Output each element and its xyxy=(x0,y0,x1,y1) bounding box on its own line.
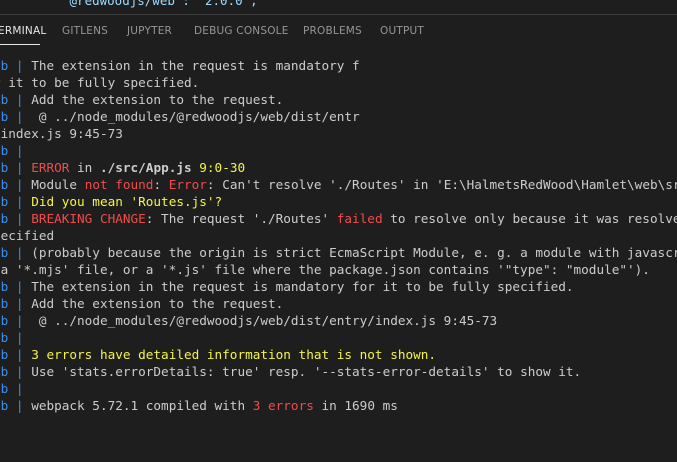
editor-line: "@redwoodjs/web": "2.0.0", xyxy=(62,0,258,8)
terminal-line-prefix: eb | xyxy=(0,245,24,260)
terminal-text-segment: Add the extension to the request. xyxy=(31,92,284,107)
tab-gitlens[interactable]: GITLENS xyxy=(62,25,108,37)
terminal-line: eb | Use 'stats.errorDetails: true' resp… xyxy=(0,363,581,380)
terminal-line: /index.js 9:45-73 xyxy=(0,125,123,142)
terminal-text-segment: to resolve only because it was resolved … xyxy=(390,211,677,226)
terminal-line: eb | Add the extension to the request. xyxy=(0,91,283,108)
terminal-line-prefix: eb | xyxy=(0,330,24,345)
terminal-line: pecified xyxy=(0,227,54,244)
terminal-line-prefix: eb | xyxy=(0,160,24,175)
terminal-line: eb | webpack 5.72.1 compiled with 3 erro… xyxy=(0,397,398,414)
terminal-text-segment: Error xyxy=(168,177,207,192)
tab-jupyter[interactable]: JUPYTER xyxy=(127,25,172,37)
terminal-text-segment: BREAKING CHANGE xyxy=(31,211,146,226)
terminal-text-segment: : The request './Routes' xyxy=(145,211,337,226)
terminal-line: eb | Did you mean 'Routes.js'? xyxy=(0,193,222,210)
terminal-text-segment: ERROR xyxy=(31,160,70,175)
terminal-line: eb | xyxy=(0,142,24,159)
terminal-text-segment: not found xyxy=(84,177,154,192)
terminal-line-prefix: eb | xyxy=(0,58,24,73)
terminal-line-prefix: eb | xyxy=(0,177,24,192)
terminal-text-segment: ./src/App.js xyxy=(99,160,192,175)
terminal-line-prefix: eb | xyxy=(0,211,24,226)
terminal-text-segment: (probably because the origin is strict E… xyxy=(31,245,677,260)
terminal-text-segment: 9:0-30 xyxy=(199,160,246,175)
terminal-line: eb | Module not found: Error: Can't reso… xyxy=(0,176,677,193)
terminal-line-prefix: eb | xyxy=(0,279,24,294)
tab-problems[interactable]: PROBLEMS xyxy=(303,25,362,37)
terminal-line: eb | @ ../node_modules/@redwoodjs/web/di… xyxy=(0,312,497,329)
terminal-text-segment: Use 'stats.errorDetails: true' resp. '--… xyxy=(31,364,582,379)
editor-area: "@redwoodjs/web": "2.0.0", xyxy=(0,0,677,14)
terminal-line: eb | The extension in the request is man… xyxy=(0,278,574,295)
terminal-text-segment: The extension in the request is mandator… xyxy=(31,279,574,294)
terminal-text-segment: @ ../node_modules/@redwoodjs/web/dist/en… xyxy=(38,313,498,328)
terminal-text-segment: /index.js 9:45-73 xyxy=(0,126,123,141)
terminal-line-prefix: eb | xyxy=(0,381,24,396)
terminal-line: eb | 3 errors have detailed information … xyxy=(0,346,436,363)
terminal-text-segment: failed xyxy=(336,211,383,226)
terminal-text-segment: in 1690 ms xyxy=(313,398,398,413)
panel-tab-bar: ERMINAL GITLENS JUPYTER DEBUG CONSOLE PR… xyxy=(0,15,677,48)
terminal-line-prefix: eb | xyxy=(0,398,24,413)
terminal-text-segment: in xyxy=(69,160,100,175)
terminal-line: eb | Add the extension to the request. xyxy=(0,295,283,312)
terminal-text-segment: Module xyxy=(31,177,85,192)
terminal-text-segment: The extension in the request is mandator… xyxy=(31,58,360,73)
terminal-line: eb | ERROR in ./src/App.js 9:0-30 xyxy=(0,159,245,176)
active-tab-indicator xyxy=(0,44,40,45)
terminal-text-segment: Add the extension to the request. xyxy=(31,296,284,311)
terminal-line: eb | BREAKING CHANGE: The request './Rou… xyxy=(0,210,677,227)
terminal-line: eb | xyxy=(0,329,24,346)
vscode-window: "@redwoodjs/web": "2.0.0", ERMINAL GITLE… xyxy=(0,0,677,462)
terminal-line-prefix: eb | xyxy=(0,143,24,158)
terminal-line: eb | (probably because the origin is str… xyxy=(0,244,677,261)
tab-debug-console[interactable]: DEBUG CONSOLE xyxy=(194,25,289,37)
terminal-text-segment: pecified xyxy=(0,228,55,243)
terminal-line-prefix: eb | xyxy=(0,296,24,311)
terminal-line-prefix: eb | xyxy=(0,92,24,107)
terminal-text-segment: a '*.mjs' file, or a '*.js' file where t… xyxy=(0,262,650,277)
terminal-line: a '*.mjs' file, or a '*.js' file where t… xyxy=(0,261,650,278)
terminal-output[interactable]: eb | The extension in the request is man… xyxy=(0,48,677,462)
terminal-text-segment: r it to be fully specified. xyxy=(0,75,200,90)
terminal-text-segment: : xyxy=(153,177,169,192)
terminal-line-prefix: eb | xyxy=(0,364,24,379)
terminal-line: eb | xyxy=(0,380,24,397)
terminal-text-segment: 3 errors xyxy=(252,398,314,413)
terminal-text-segment: 3 errors have detailed information that … xyxy=(31,347,437,362)
terminal-line-prefix: eb | xyxy=(0,313,24,328)
terminal-text-segment: webpack 5.72.1 compiled with xyxy=(31,398,253,413)
terminal-line: eb | @ ../node_modules/@redwoodjs/web/di… xyxy=(0,108,360,125)
terminal-line-prefix: eb | xyxy=(0,109,24,124)
terminal-line: r it to be fully specified. xyxy=(0,74,199,91)
terminal-line: eb | The extension in the request is man… xyxy=(0,57,360,74)
terminal-line-prefix: eb | xyxy=(0,194,24,209)
terminal-text-segment: : Can't resolve './Routes' in 'E:\Halmet… xyxy=(206,177,677,192)
tab-output[interactable]: OUTPUT xyxy=(380,25,424,37)
terminal-text-segment: Did you mean 'Routes.js'? xyxy=(31,194,223,209)
terminal-text-segment: @ ../node_modules/@redwoodjs/web/dist/en… xyxy=(38,109,360,124)
tab-terminal[interactable]: ERMINAL xyxy=(0,25,46,37)
terminal-line-prefix: eb | xyxy=(0,347,24,362)
